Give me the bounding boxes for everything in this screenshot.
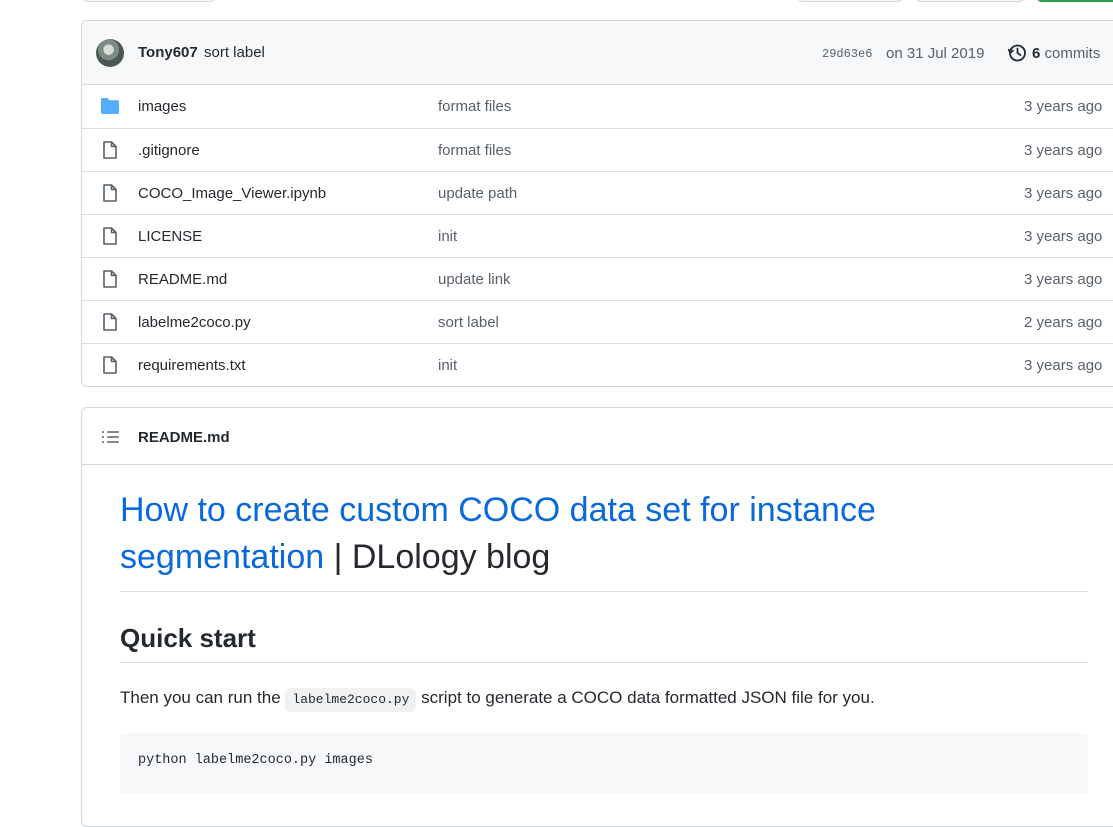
file-row[interactable]: images format files 3 years ago — [82, 85, 1113, 128]
readme-content: How to create custom COCO data set for i… — [120, 465, 1088, 794]
file-name-link[interactable]: images — [138, 98, 186, 115]
command-code-block[interactable]: python labelme2coco.py images — [120, 733, 1088, 794]
para-text-after: script to generate a COCO data formatted… — [416, 688, 875, 707]
file-commit-link[interactable]: format files — [438, 98, 511, 115]
file-name-link[interactable]: COCO_Image_Viewer.ipynb — [138, 185, 326, 202]
file-commit-link[interactable]: update link — [438, 271, 511, 288]
file-name-link[interactable]: requirements.txt — [138, 357, 246, 374]
file-row[interactable]: .gitignore format files 3 years ago — [82, 128, 1113, 171]
commit-sha-link[interactable]: 29d63e6 — [822, 47, 872, 61]
commit-count: 6 — [1032, 45, 1041, 62]
readme-heading: How to create custom COCO data set for i… — [120, 465, 1088, 592]
list-unordered-icon[interactable] — [102, 429, 120, 445]
instructions-paragraph: Then you can run the labelme2coco.py scr… — [120, 681, 1088, 715]
file-commit-link[interactable]: sort label — [438, 314, 499, 331]
file-age: 2 years ago — [1024, 314, 1103, 331]
file-icon — [103, 227, 117, 245]
readme-filename: README.md — [138, 429, 230, 446]
file-name-link[interactable]: LICENSE — [138, 228, 202, 245]
file-row[interactable]: labelme2coco.py sort label 2 years ago — [82, 300, 1113, 343]
folder-icon — [101, 98, 119, 114]
file-browser: Tony607 sort label 29d63e6 on 31 Jul 201… — [81, 20, 1113, 387]
file-row[interactable]: LICENSE init 3 years ago — [82, 214, 1113, 257]
commits-history-link[interactable]: 6 commits — [1032, 45, 1100, 62]
file-age: 3 years ago — [1024, 185, 1103, 202]
file-row[interactable]: README.md update link 3 years ago — [82, 257, 1113, 300]
file-icon — [103, 356, 117, 374]
commit-author-link[interactable]: Tony607 — [138, 44, 198, 61]
file-icon — [103, 141, 117, 159]
file-commit-link[interactable]: init — [438, 357, 457, 374]
para-text-before: Then you can run the — [120, 688, 286, 707]
commit-message-link[interactable]: sort label — [204, 44, 265, 61]
file-icon — [103, 313, 117, 331]
readme-header: README.md — [82, 408, 1113, 465]
file-age: 3 years ago — [1024, 271, 1103, 288]
add-file-button[interactable] — [915, 0, 1025, 2]
file-age: 3 years ago — [1024, 228, 1103, 245]
file-icon — [103, 184, 117, 202]
file-list: images format files 3 years ago .gitigno… — [82, 85, 1113, 386]
file-name-link[interactable]: labelme2coco.py — [138, 314, 251, 331]
readme-panel: README.md How to create custom COCO data… — [81, 407, 1113, 827]
file-name-link[interactable]: README.md — [138, 271, 227, 288]
commit-date: on 31 Jul 2019 — [886, 45, 985, 62]
file-icon — [103, 270, 117, 288]
heading-suffix: | DLology blog — [324, 538, 551, 576]
file-commit-link[interactable]: init — [438, 228, 457, 245]
commits-label: commits — [1044, 45, 1101, 62]
inline-code-script: labelme2coco.py — [285, 688, 417, 712]
file-commit-link[interactable]: update path — [438, 185, 517, 202]
file-row[interactable]: requirements.txt init 3 years ago — [82, 343, 1113, 386]
file-age: 3 years ago — [1024, 98, 1103, 115]
code-button[interactable] — [1036, 0, 1113, 2]
file-age: 3 years ago — [1024, 357, 1103, 374]
branch-select-button[interactable] — [82, 0, 216, 2]
file-name-link[interactable]: .gitignore — [138, 142, 200, 159]
history-icon[interactable] — [1007, 43, 1027, 63]
file-commit-link[interactable]: format files — [438, 142, 511, 159]
go-to-file-button[interactable] — [797, 0, 903, 2]
latest-commit-bar: Tony607 sort label 29d63e6 on 31 Jul 201… — [82, 21, 1113, 85]
user-avatar-icon[interactable] — [96, 39, 124, 67]
file-age: 3 years ago — [1024, 142, 1103, 159]
file-row[interactable]: COCO_Image_Viewer.ipynb update path 3 ye… — [82, 171, 1113, 214]
quick-start-heading: Quick start — [120, 620, 1088, 663]
